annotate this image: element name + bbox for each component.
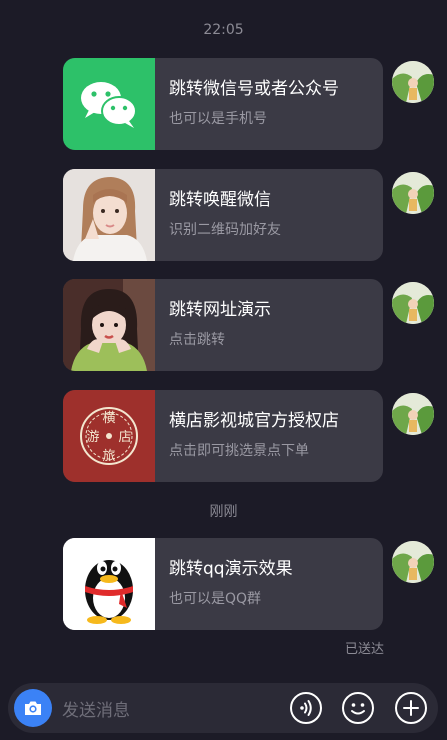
card-title: 跳转唤醒微信 [169,190,271,210]
delivery-status: 已送达 [345,642,385,657]
card-title: 跳转qq演示效果 [169,559,293,579]
message-input[interactable]: 发送消息 [62,696,130,721]
card-subtitle: 点击跳转 [169,332,225,348]
timestamp: 刚刚 [209,504,238,520]
message-card-hengdian-store[interactable]: 横 游 店 旅 横店影视城官方授权店 点击即可挑选景点下单 [63,390,383,482]
emoji-button[interactable] [341,691,375,725]
message-card-qq-demo[interactable]: 跳转qq演示效果 也可以是QQ群 [63,538,383,630]
qq-penguin-icon [63,538,155,630]
voice-button[interactable] [289,691,323,725]
card-title: 横店影视城官方授权店 [169,411,339,431]
portrait-photo-icon [63,169,155,261]
camera-icon [25,701,41,715]
logo-char: 旅 [102,449,115,464]
user-avatar[interactable] [392,172,434,214]
hengdian-logo-icon: 横 游 店 旅 [63,390,155,482]
card-title: 跳转微信号或者公众号 [169,79,339,99]
message-card-url-demo[interactable]: 跳转网址演示 点击跳转 [63,279,383,371]
plus-icon [395,692,427,724]
user-avatar[interactable] [392,282,434,324]
logo-char: 横 [102,411,115,426]
portrait-photo-icon [63,279,155,371]
wechat-logo-icon [63,58,155,150]
user-avatar[interactable] [392,541,434,583]
card-subtitle: 点击即可挑选景点下单 [169,443,309,459]
smiley-icon [342,692,374,724]
logo-char: 店 [118,430,131,445]
message-input-bar: 发送消息 [8,683,438,733]
card-subtitle: 识别二维码加好友 [169,222,281,238]
card-title: 跳转网址演示 [169,300,271,320]
logo-char: 游 [86,430,99,445]
message-card-wechat-id[interactable]: 跳转微信号或者公众号 也可以是手机号 [63,58,383,150]
voice-icon [290,692,322,724]
timestamp: 22:05 [203,22,244,38]
card-subtitle: 也可以是QQ群 [169,591,262,607]
user-avatar[interactable] [392,393,434,435]
camera-button[interactable] [14,689,52,727]
message-card-wake-wechat[interactable]: 跳转唤醒微信 识别二维码加好友 [63,169,383,261]
card-subtitle: 也可以是手机号 [169,111,267,127]
more-button[interactable] [394,691,428,725]
user-avatar[interactable] [392,61,434,103]
